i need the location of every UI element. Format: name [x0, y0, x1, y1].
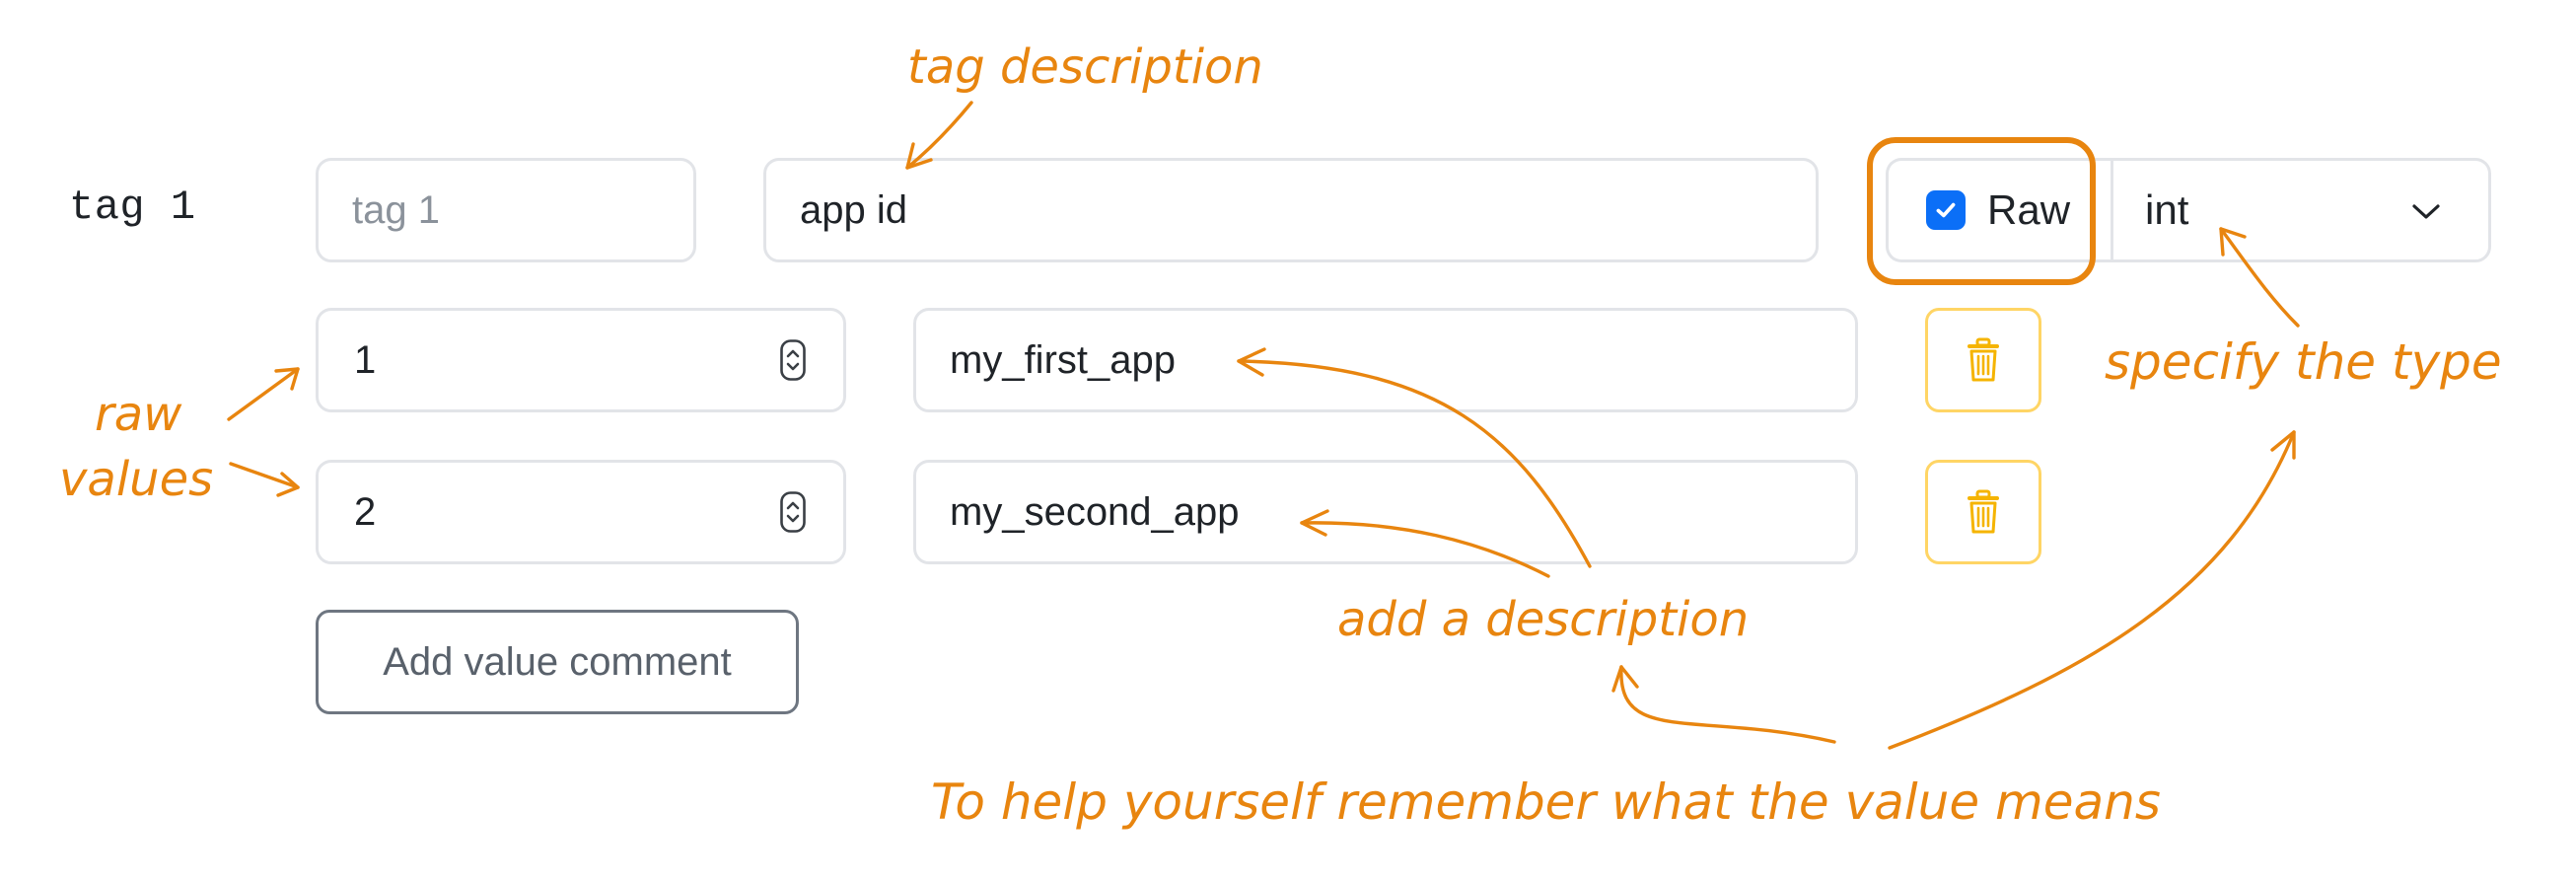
arrow-description-2: [1300, 521, 1550, 578]
raw-highlight-box: [1867, 137, 2096, 285]
annotation-add-description: add a description: [1337, 592, 1750, 647]
arrow-raw-value-2: [229, 462, 300, 489]
arrow-raw-value-1: [227, 367, 300, 421]
annotation-specify-type: specify the type: [2105, 333, 2502, 391]
annotation-overlay: [227, 101, 2300, 750]
annotation-help-remember: To help yourself remember what the value…: [931, 773, 2161, 831]
arrow-tag-description: [905, 101, 973, 170]
arrow-help-left: [1619, 665, 1836, 744]
annotation-raw-values-line2: values: [59, 452, 214, 507]
annotation-tag-description: tag description: [907, 39, 1263, 95]
annotation-raw-values-line1: raw: [95, 387, 182, 442]
arrow-specify-type: [2219, 227, 2300, 328]
arrow-help-right: [1888, 430, 2296, 750]
arrow-description-1: [1237, 359, 1592, 568]
